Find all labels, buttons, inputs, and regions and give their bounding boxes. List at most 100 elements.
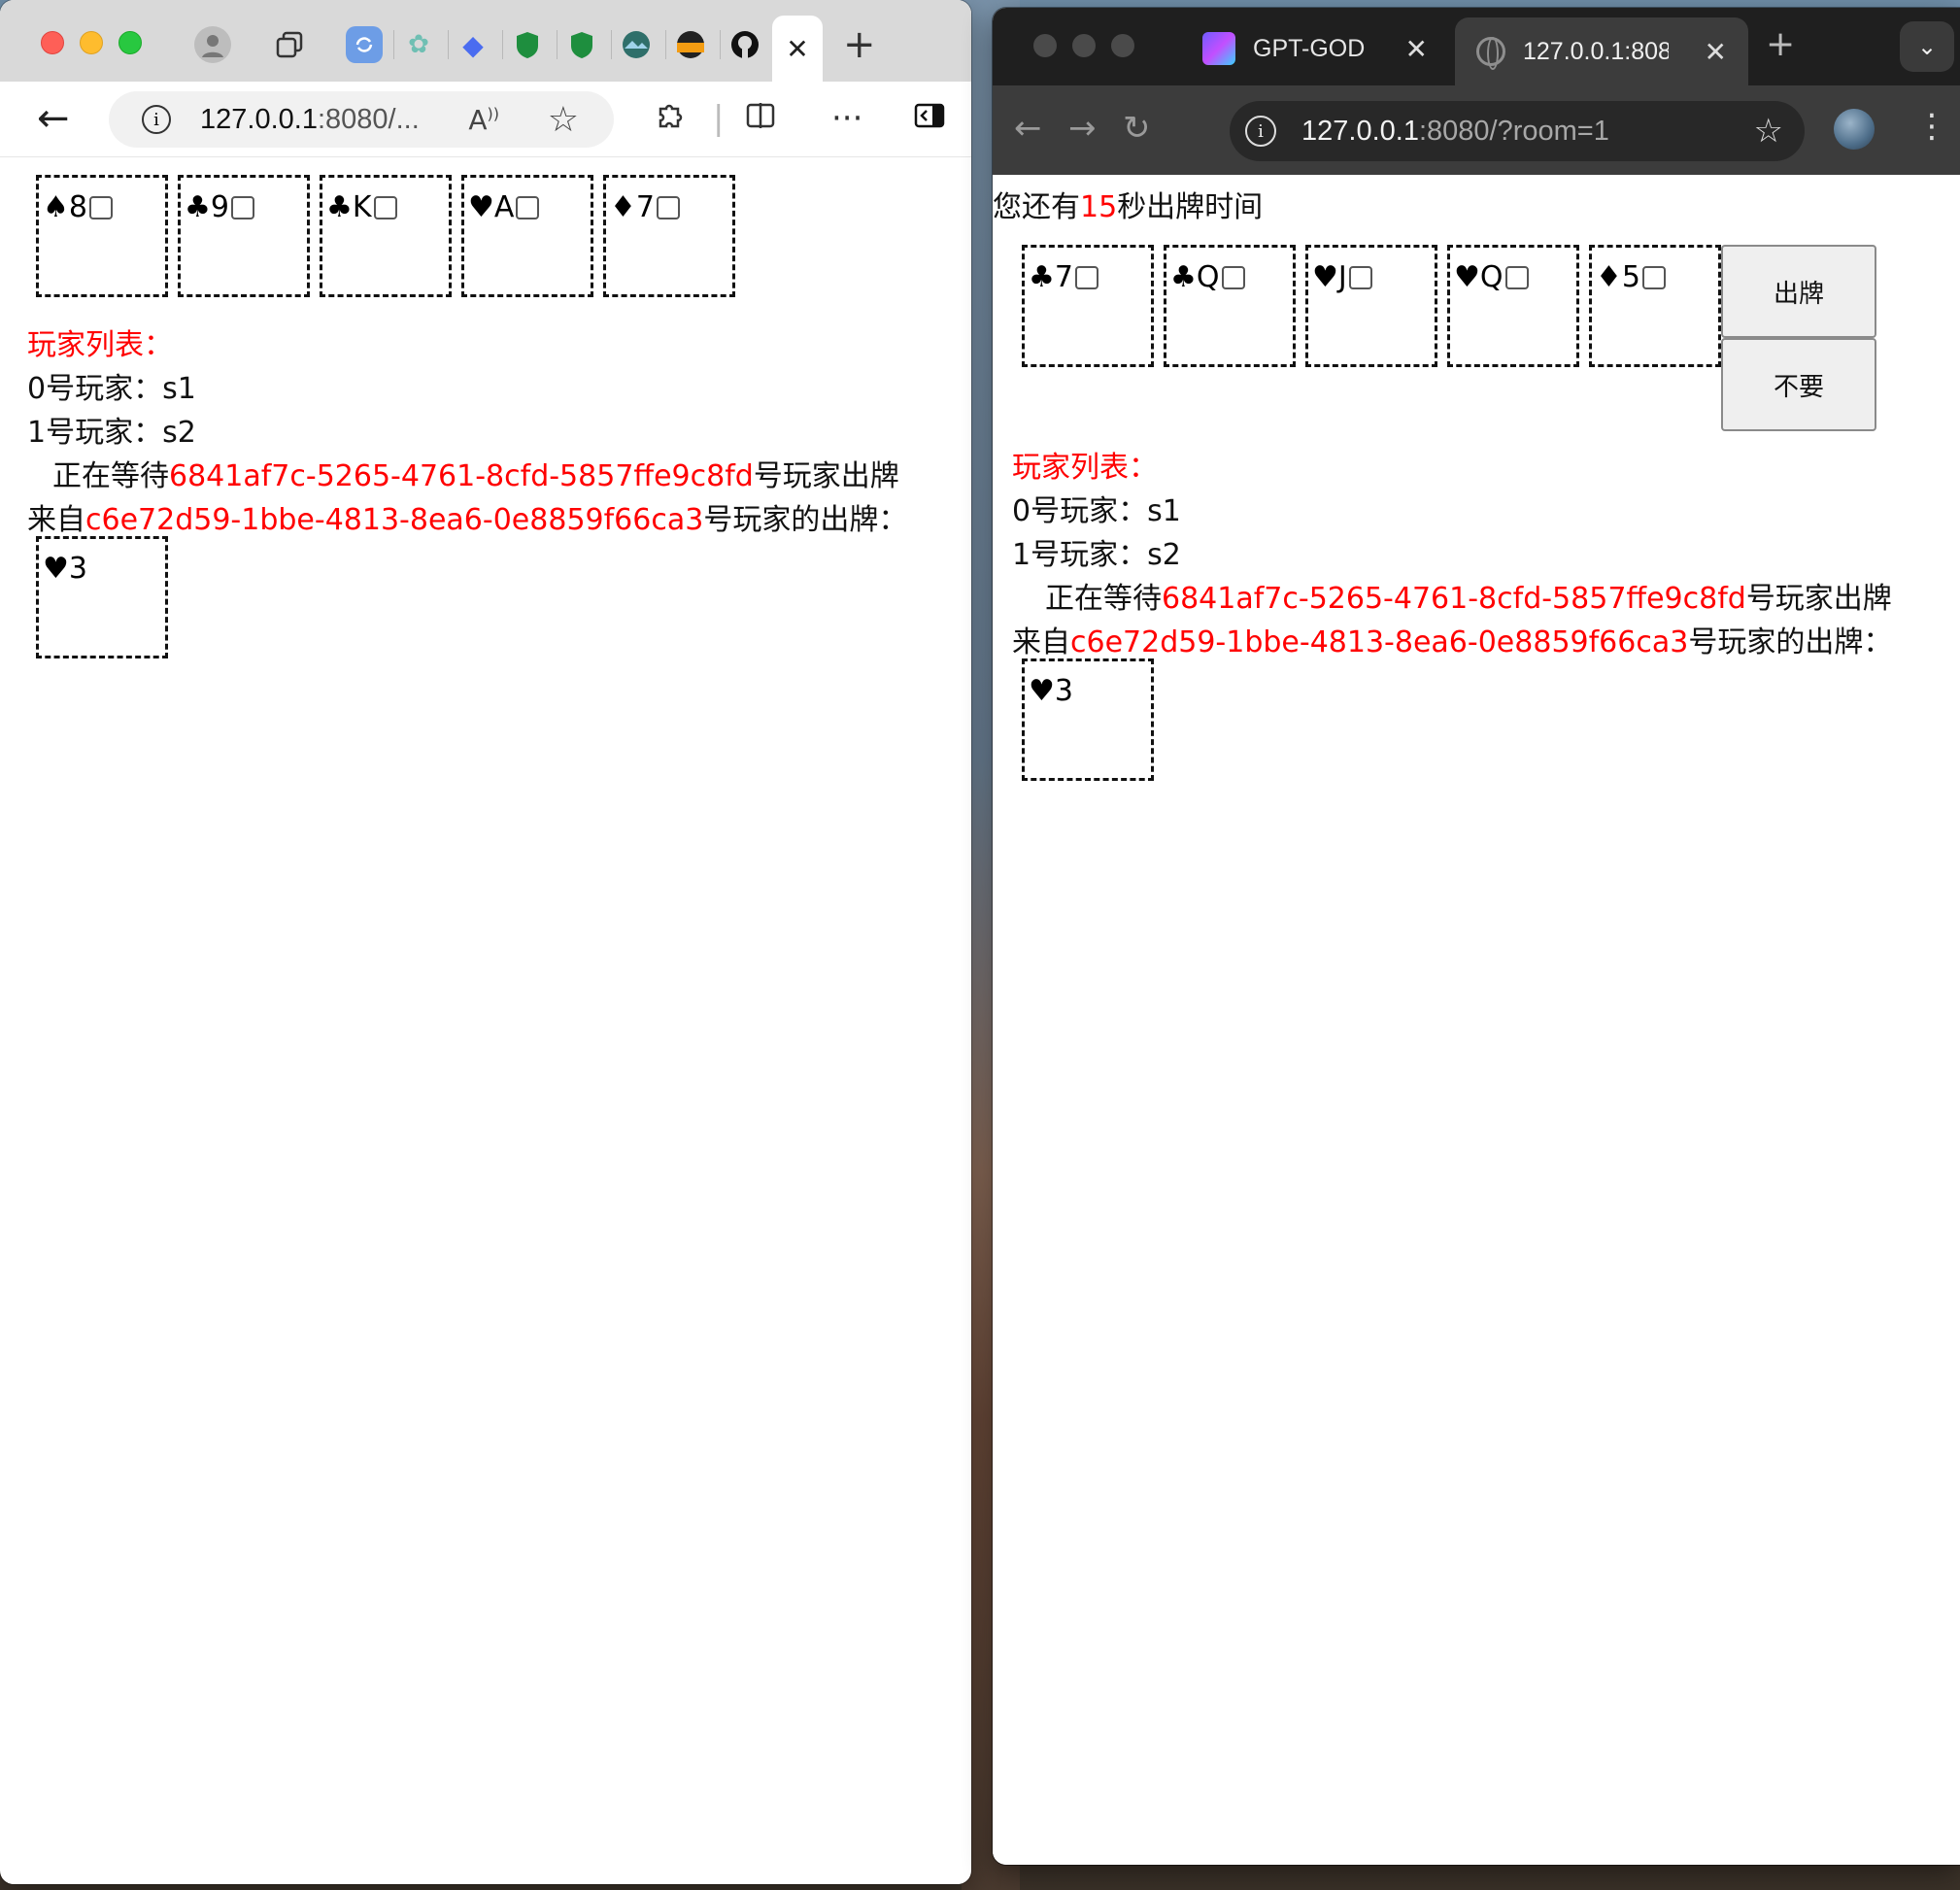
card-select-checkbox[interactable] (1348, 266, 1372, 289)
hand-card[interactable]: ♥ Q (1447, 245, 1579, 367)
waiting-status: 正在等待6841af7c-5265-4761-8cfd-5857ffe9c8fd… (52, 452, 899, 494)
url-text: 127.0.0.1:8080/... (200, 104, 420, 136)
turn-timer: 您还有15秒出牌时间 (993, 183, 1263, 225)
minimize-window-button[interactable] (1072, 34, 1096, 57)
left-browser-window: ✿ ◆ ✕ + ← i 127.0.0.1:8080/... A)) ☆ | ·… (0, 0, 971, 1884)
card-select-checkbox[interactable] (1504, 266, 1529, 289)
bookmark-star-icon[interactable]: ☆ (1754, 112, 1783, 151)
timer-prefix: 您还有 (993, 190, 1080, 224)
hand-card[interactable]: ♣ 7 (1022, 245, 1154, 367)
github-icon[interactable] (727, 26, 763, 63)
card-select-checkbox[interactable] (89, 196, 113, 219)
card-rank: A (493, 190, 515, 224)
halfcircle-icon[interactable] (672, 26, 709, 63)
card-select-checkbox[interactable] (1075, 266, 1098, 289)
translate-icon[interactable] (346, 26, 383, 63)
card-rank: 3 (68, 552, 87, 586)
more-options-icon[interactable]: ··· (831, 99, 862, 138)
close-tab-icon[interactable]: ✕ (1405, 33, 1428, 65)
pinned-tabs: ✿ ◆ (194, 25, 828, 64)
waiting-suffix: 号玩家出牌 (753, 459, 899, 493)
card-suit: ♥ (1312, 260, 1338, 294)
address-bar[interactable]: i 127.0.0.1:8080/?room=1 ☆ (1230, 101, 1805, 161)
tab-title: GPT-GOD (1253, 34, 1366, 62)
hand-card[interactable]: ♥ J (1305, 245, 1437, 367)
card-select-checkbox[interactable] (373, 196, 397, 219)
toolbar: ← i 127.0.0.1:8080/... A)) ☆ | ··· (0, 82, 971, 157)
close-window-button[interactable] (1033, 34, 1057, 57)
toolbar: ← → ↻ i 127.0.0.1:8080/?room=1 ☆ ⋮ (993, 85, 1960, 175)
tab-separator (448, 30, 449, 59)
card-suit: ♦ (1596, 260, 1622, 294)
tab-separator (393, 30, 394, 59)
back-arrow-icon[interactable]: ← (37, 99, 70, 138)
play-cards-button[interactable]: 出牌 (1721, 245, 1876, 338)
tab-gpt-god[interactable]: GPT-GOD ✕ (1177, 17, 1449, 80)
tab-bar: GPT-GOD ✕ 127.0.0.1:8080 ✕ + ⌄ (993, 8, 1960, 85)
minimize-window-button[interactable] (80, 31, 103, 54)
whale-icon[interactable]: ◆ (455, 26, 491, 63)
profile-icon[interactable] (194, 26, 231, 63)
info-icon[interactable]: i (1245, 116, 1276, 147)
pass-button[interactable]: 不要 (1721, 338, 1876, 431)
green-shield-icon[interactable] (563, 26, 600, 63)
card-suit: ♣ (1170, 260, 1197, 294)
new-tab-button[interactable]: + (843, 25, 876, 64)
new-tab-button[interactable]: + (1766, 27, 1795, 62)
card-select-checkbox[interactable] (1642, 266, 1666, 289)
hand-card[interactable]: ♥ A (461, 175, 593, 297)
card-rank: K (352, 190, 372, 224)
tab-separator (611, 30, 612, 59)
card-select-checkbox[interactable] (1221, 266, 1245, 289)
split-screen-icon[interactable] (744, 99, 777, 141)
extensions-icon[interactable] (653, 99, 686, 141)
maximize-window-button[interactable] (1111, 34, 1134, 57)
url-rest: :8080/... (317, 103, 420, 135)
gear-extension-icon[interactable]: ✿ (400, 26, 437, 63)
toolbar-divider: | (713, 99, 725, 138)
hand-card[interactable]: ♣ 9 (178, 175, 310, 297)
hand-card[interactable]: ♦ 5 (1589, 245, 1721, 367)
active-tab-close-icon[interactable]: ✕ (772, 16, 823, 82)
read-aloud-icon[interactable]: A)) (468, 104, 499, 136)
card-suit: ♣ (185, 190, 211, 224)
reload-icon[interactable]: ↻ (1123, 109, 1151, 148)
played-card: ♥ 3 (36, 536, 168, 658)
info-icon[interactable]: i (142, 105, 171, 134)
maximize-window-button[interactable] (118, 31, 142, 54)
hand-card[interactable]: ♣ Q (1164, 245, 1296, 367)
hand-card[interactable]: ♦ 7 (603, 175, 735, 297)
card-select-checkbox[interactable] (231, 196, 254, 219)
card-suit: ♥ (1454, 260, 1480, 294)
favorite-star-icon[interactable]: ☆ (548, 100, 579, 140)
players-title: 玩家列表： (1012, 451, 1158, 485)
from-prefix: 来自 (1012, 625, 1070, 659)
page-content: 您还有15秒出牌时间 ♣ 7 ♣ Q ♥ J ♥ Q ♦ 5 出牌 不要 玩家列表： 0号… (993, 175, 1960, 1865)
address-bar[interactable]: i 127.0.0.1:8080/... A)) ☆ (109, 91, 614, 148)
gptgod-icon (1202, 32, 1235, 65)
forward-arrow-icon[interactable]: → (1068, 109, 1097, 148)
close-window-button[interactable] (41, 31, 64, 54)
close-tab-icon[interactable]: ✕ (1705, 36, 1727, 68)
from-suffix: 号玩家的出牌： (1688, 625, 1893, 659)
tab-search-chevron-icon[interactable]: ⌄ (1900, 21, 1954, 72)
tab-localhost[interactable]: 127.0.0.1:8080 ✕ (1455, 17, 1748, 85)
mountain-icon[interactable] (618, 26, 655, 63)
last-play-status: 来自c6e72d59-1bbe-4813-8ea6-0e8859f66ca3号玩… (27, 495, 907, 538)
tab-bar: ✿ ◆ ✕ + (0, 0, 971, 82)
profile-avatar[interactable] (1834, 109, 1875, 150)
hand-card[interactable]: ♠ 8 (36, 175, 168, 297)
card-suit: ♦ (610, 190, 636, 224)
last-play-status: 来自c6e72d59-1bbe-4813-8ea6-0e8859f66ca3号玩… (1012, 618, 1892, 660)
green-shield-icon[interactable] (509, 26, 546, 63)
tab-separator (557, 30, 558, 59)
back-arrow-icon[interactable]: ← (1014, 109, 1042, 148)
sidebar-toggle-icon[interactable] (913, 99, 946, 141)
tab-actions-icon[interactable] (271, 26, 308, 63)
url-text: 127.0.0.1:8080/?room=1 (1301, 116, 1609, 148)
card-select-checkbox[interactable] (516, 196, 540, 219)
card-suit: ♥ (468, 190, 494, 224)
hand-card[interactable]: ♣ K (320, 175, 452, 297)
more-options-icon[interactable]: ⋮ (1915, 107, 1948, 146)
card-select-checkbox[interactable] (657, 196, 680, 219)
